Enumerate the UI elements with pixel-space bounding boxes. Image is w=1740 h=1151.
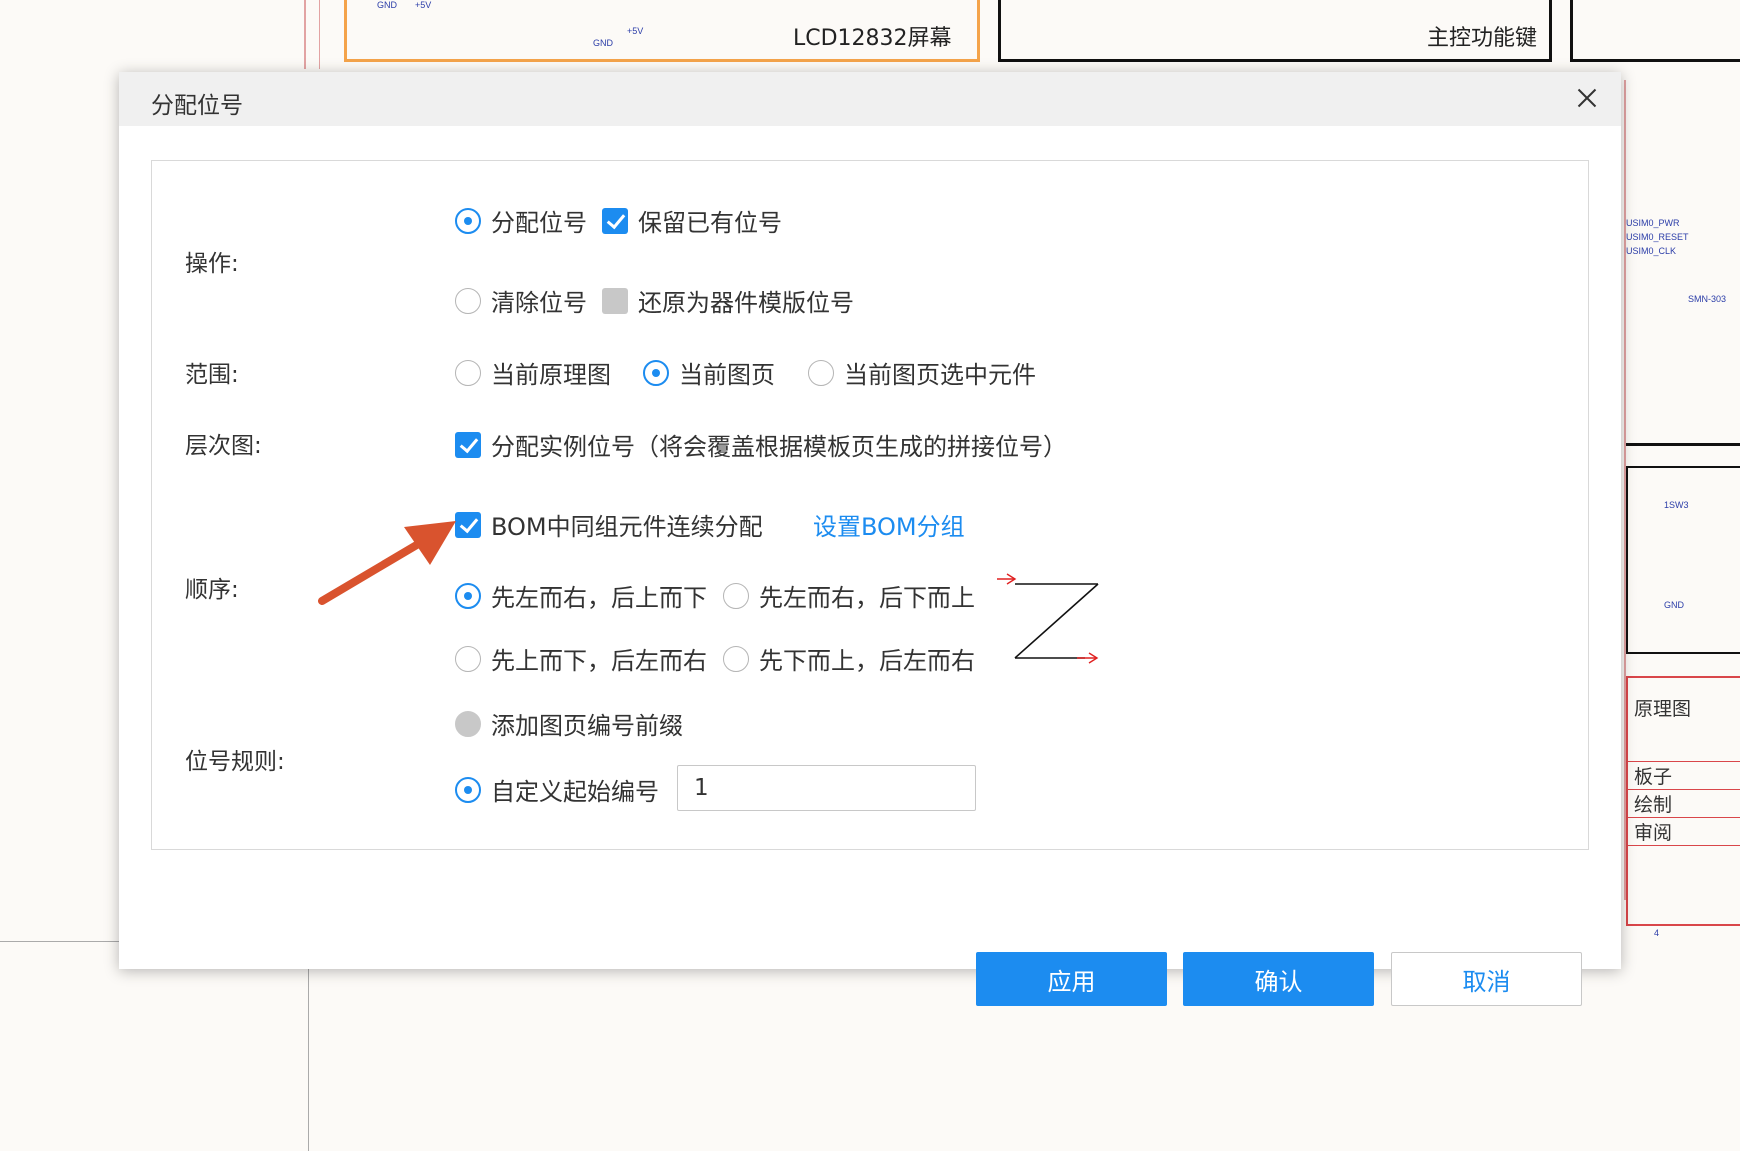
close-icon[interactable]	[1573, 84, 1601, 112]
label-hierarchy: 层次图:	[185, 433, 262, 459]
dialog-header: 分配位号	[119, 72, 1621, 126]
option-label: 自定义起始编号	[491, 778, 659, 806]
apply-button[interactable]: 应用	[976, 952, 1167, 1006]
option-label: 先左而右，后上而下	[491, 584, 707, 612]
option-label: 分配位号	[491, 209, 587, 237]
net-label: +5V	[415, 0, 432, 10]
radio-tb-lr[interactable]: 先上而下，后左而右	[455, 641, 707, 676]
radio-clear[interactable]: 清除位号	[455, 283, 587, 318]
option-label: 先下而上，后左而右	[759, 647, 975, 675]
key-block: 主控功能键	[998, 0, 1552, 62]
tb-board: 板子	[1628, 762, 1740, 790]
radio-icon	[455, 645, 481, 672]
key-label: 主控功能键	[1426, 26, 1537, 51]
title-block: 原理图 板子 绘制 审阅	[1626, 676, 1740, 926]
option-label: 清除位号	[491, 289, 587, 317]
part-label: SMN-303	[1688, 294, 1727, 304]
radio-page-prefix[interactable]: 添加图页编号前缀	[455, 706, 683, 741]
start-number-input[interactable]	[677, 765, 976, 811]
radio-lr-tb[interactable]: 先左而右，后上而下	[455, 578, 707, 613]
label-rule: 位号规则:	[185, 749, 285, 775]
radio-selected-icon	[643, 359, 669, 386]
net-label: USIM0_PWR	[1626, 218, 1680, 228]
net-label: +5V	[627, 26, 644, 36]
net-label: USIM0_CLK	[1626, 246, 1677, 256]
annotation-arrow-icon	[318, 521, 456, 605]
net-label: GND	[593, 38, 613, 48]
label-range: 范围:	[185, 362, 239, 388]
radio-icon	[723, 582, 749, 609]
option-label: 保留已有位号	[638, 209, 782, 237]
checkbox-bom-continuous[interactable]: BOM中同组元件连续分配	[455, 507, 763, 542]
option-label: 先左而右，后下而上	[759, 584, 975, 612]
radio-bt-lr[interactable]: 先下而上，后左而右	[723, 641, 975, 676]
radio-current-schematic[interactable]: 当前原理图	[455, 355, 611, 390]
option-label: 当前原理图	[491, 361, 611, 389]
tb-review: 审阅	[1628, 818, 1740, 846]
radio-current-page[interactable]: 当前图页	[643, 355, 775, 390]
lcd-block: GND +5V +5V GND LCD12832屏幕	[344, 0, 980, 62]
radio-disabled-icon	[455, 710, 481, 737]
radio-icon	[455, 287, 481, 314]
radio-current-selection[interactable]: 当前图页选中元件	[808, 355, 1036, 390]
checkbox-checked-icon	[455, 431, 481, 458]
checkbox-disabled-icon	[602, 287, 628, 314]
option-label: 添加图页编号前缀	[491, 712, 683, 740]
option-label: 分配实例位号（将会覆盖根据模板页生成的拼接位号）	[491, 433, 1067, 461]
option-label: 先上而下，后左而右	[491, 647, 707, 675]
checkbox-assign-instance[interactable]: 分配实例位号（将会覆盖根据模板页生成的拼接位号）	[455, 427, 1067, 462]
radio-icon	[808, 359, 834, 386]
checkbox-restore-template[interactable]: 还原为器件模版位号	[602, 283, 854, 318]
page-number: 4	[1654, 928, 1660, 938]
order-z-diagram-icon	[997, 573, 1099, 664]
radio-selected-icon	[455, 207, 481, 234]
radio-icon	[723, 645, 749, 672]
radio-assign[interactable]: 分配位号	[455, 203, 587, 238]
lcd-label: LCD12832屏幕	[793, 26, 952, 51]
tb-title: 原理图	[1628, 678, 1740, 762]
dialog-title: 分配位号	[151, 93, 243, 119]
option-label: 还原为器件模版位号	[638, 289, 854, 317]
option-label: BOM中同组元件连续分配	[491, 513, 763, 541]
confirm-button[interactable]: 确认	[1183, 952, 1374, 1006]
radio-lr-bt[interactable]: 先左而右，后下而上	[723, 578, 975, 613]
part-label: 1SW3	[1664, 500, 1689, 510]
cancel-button[interactable]: 取消	[1391, 952, 1582, 1006]
checkbox-checked-icon	[602, 207, 628, 234]
net-label: GND	[377, 0, 397, 10]
radio-selected-icon	[455, 776, 481, 803]
checkbox-keep-existing[interactable]: 保留已有位号	[602, 203, 782, 238]
net-label: USIM0_RESET	[1626, 232, 1689, 242]
label-operation: 操作:	[185, 251, 239, 277]
set-bom-group-link[interactable]: 设置BOM分组	[813, 507, 965, 542]
tb-drawn: 绘制	[1628, 790, 1740, 818]
label-order: 顺序:	[185, 577, 239, 603]
net-label: GND	[1664, 600, 1684, 610]
option-label: 当前图页	[679, 361, 775, 389]
radio-custom-start[interactable]: 自定义起始编号	[455, 772, 659, 807]
radio-icon	[455, 359, 481, 386]
option-label: 当前图页选中元件	[844, 361, 1036, 389]
